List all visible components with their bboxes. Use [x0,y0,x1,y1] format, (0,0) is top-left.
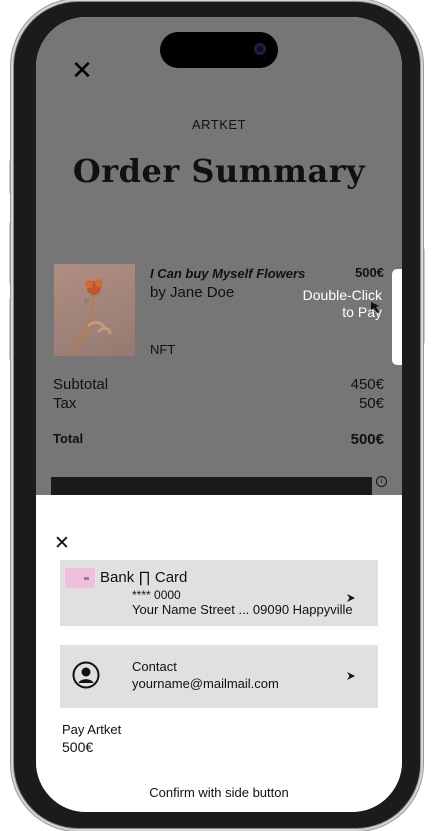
page-title: Order Summary [72,152,366,190]
subtotal-label: Subtotal [53,376,109,393]
chevron-right-icon[interactable] [344,668,358,682]
card-name: Bank ∏ Card [100,569,188,586]
pay-amount: 500€ [62,739,94,755]
payment-card-row[interactable]: Bank ∏ Card **** 0000 Your Name Street .… [60,560,378,626]
artwork-thumbnail [54,264,135,356]
card-chip-icon [84,577,89,580]
item-artist: by Jane Doe [150,284,235,301]
tax-label: Tax [53,395,77,412]
tap-hand-icon [368,299,382,313]
close-icon[interactable]: ✕ [68,57,96,85]
pay-merchant-label: Pay Artket [62,722,122,737]
contact-email: yourname@mailmail.com [132,676,279,691]
tax-value: 50€ [358,395,384,412]
hint-line-1: Double-Click [302,287,382,303]
chevron-right-icon[interactable] [344,590,358,604]
item-title: I Can buy Myself Flowers [150,266,306,281]
camera-icon [254,43,266,55]
total-label: Total [53,431,84,446]
double-click-hint: Double-Click to Pay [266,287,382,321]
info-icon[interactable]: i [376,476,387,487]
total-value: 500€ [350,431,384,448]
contact-row[interactable]: Contact yourname@mailmail.com [60,645,378,708]
brand-name: ARTKET [191,117,247,132]
card-number: **** 0000 [132,588,181,602]
subtotal-value: 450€ [350,376,384,393]
phone-screen: ✕ ARTKET Order Summary I Can buy Myself … [36,17,402,812]
side-button-indicator [392,269,402,365]
payment-sheet: ✕ Bank ∏ Card **** 0000 Your Name Street… [36,495,402,812]
user-icon [72,661,100,689]
item-price: 500€ [355,265,384,280]
confirm-instruction: Confirm with side button [149,785,289,800]
hint-line-2: to Pay [342,304,382,320]
contact-label: Contact [132,659,177,674]
item-type: NFT [150,342,176,357]
close-icon[interactable]: ✕ [52,533,72,553]
billing-address: Your Name Street ... 09090 Happyville [132,602,353,617]
credit-card-icon [65,568,95,588]
